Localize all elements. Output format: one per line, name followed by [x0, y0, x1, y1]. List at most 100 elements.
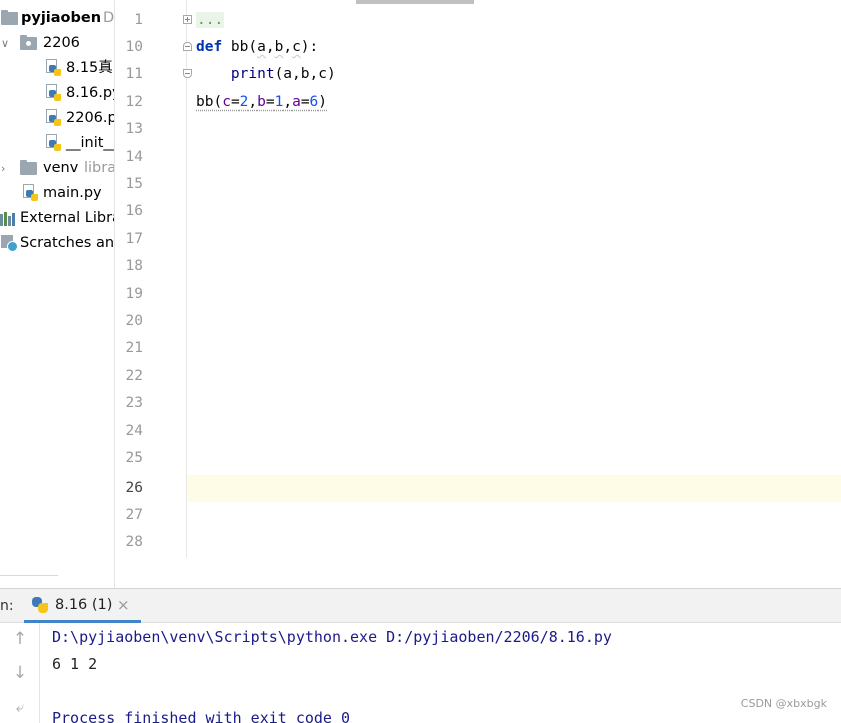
arrow-down-icon[interactable]: ↓	[10, 663, 30, 683]
tree-root-row[interactable]: pyjiaoben D	[0, 6, 115, 31]
line-number: 10	[125, 38, 143, 55]
tree-item-2206py[interactable]: 2206.p	[0, 106, 115, 131]
code-token: bb(	[222, 38, 258, 55]
code-token: ,	[283, 93, 293, 110]
python-file-icon	[46, 84, 61, 102]
line-number: 13	[125, 121, 143, 138]
fold-expand-icon[interactable]	[183, 15, 192, 24]
code-line-12[interactable]: bb(c=2,b=1,a=6)	[196, 89, 327, 116]
param-a: a	[257, 38, 266, 55]
run-side-toolbar: ↑ ↓ ⤶	[0, 623, 40, 723]
tree-item-815[interactable]: 8.15真	[0, 56, 114, 81]
line-number: 24	[125, 422, 143, 439]
code-token: =	[230, 93, 240, 110]
code-editor[interactable]: 1 10 11 12 13 14 15 16 17 18 19 20 21 22…	[115, 0, 841, 558]
kwarg-b: b	[257, 93, 266, 110]
tree-item-label: 2206	[43, 35, 80, 51]
tree-item-external-libraries[interactable]: External Libra	[0, 206, 115, 231]
code-token: ,	[283, 38, 293, 55]
arrow-up-icon[interactable]: ↑	[10, 629, 30, 649]
tree-item-venv[interactable]: › venv libra	[0, 156, 115, 181]
code-line-11[interactable]: print(a,b,c)	[196, 61, 336, 88]
console-output-line: 6 1 2	[52, 655, 98, 673]
line-number: 22	[125, 367, 143, 384]
code-token: ,	[265, 38, 275, 55]
chevron-down-icon[interactable]: ∨	[1, 31, 11, 56]
python-icon	[32, 597, 49, 614]
tree-horizontal-scrollbar[interactable]	[0, 575, 58, 588]
tree-item-scratches[interactable]: Scratches and	[0, 231, 115, 256]
line-number: 1	[134, 11, 143, 28]
tree-item-label: main.py	[43, 185, 102, 201]
tree-root-label: pyjiaoben	[21, 10, 102, 26]
tree-item-label: venv	[43, 160, 79, 176]
editor-horizontal-scrollbar[interactable]	[356, 0, 474, 4]
line-number: 23	[125, 395, 143, 412]
keyword-def: def	[196, 38, 223, 55]
tree-item-816[interactable]: 8.16.py	[0, 81, 114, 106]
watermark: CSDN @xbxbgk	[740, 697, 827, 710]
code-line-10[interactable]: def bb(a,b,c):	[196, 34, 318, 61]
line-number: 19	[125, 285, 143, 302]
code-token: ):	[300, 38, 319, 55]
project-tree: pyjiaoben D ∨ 2206 8.15真 8.16.py 2206.p …	[0, 0, 115, 588]
line-number: 28	[125, 534, 143, 551]
code-token: =	[300, 93, 310, 110]
code-token: =	[265, 93, 275, 110]
line-number: 17	[125, 230, 143, 247]
line-number: 16	[125, 203, 143, 220]
libraries-icon	[0, 212, 18, 226]
python-file-icon	[23, 184, 38, 202]
fold-end-icon[interactable]	[183, 69, 192, 78]
package-folder-icon	[20, 35, 37, 50]
folder-icon	[1, 10, 18, 25]
console-exit-line: Process finished with exit code 0	[52, 709, 351, 723]
number-literal: 6	[309, 93, 319, 110]
tree-item-label: Scratches and	[20, 235, 115, 251]
line-number: 21	[125, 340, 143, 357]
run-tab-label: 8.16 (1)	[55, 597, 113, 613]
kwarg-c: c	[222, 93, 231, 110]
collapsed-imports[interactable]: ...	[196, 11, 225, 28]
python-file-icon	[46, 109, 61, 127]
code-token: bb(	[196, 93, 223, 110]
run-tool-window: n: 8.16 (1) × ↑ ↓ ⤶	[0, 588, 841, 723]
tree-item-label: 8.15真	[66, 60, 113, 76]
code-line-1[interactable]: ...	[196, 7, 225, 34]
tree-item-label: External Libra	[20, 210, 115, 226]
line-number: 18	[125, 258, 143, 275]
tree-item-label: 2206.p	[66, 110, 115, 126]
soft-wrap-icon[interactable]: ⤶	[10, 697, 30, 717]
chevron-right-icon[interactable]: ›	[1, 156, 11, 181]
tree-root-path-hint: D	[103, 10, 115, 26]
code-token: )	[318, 93, 328, 110]
run-tab-bar: n: 8.16 (1) ×	[0, 589, 841, 623]
fold-collapse-icon[interactable]	[183, 42, 192, 51]
console-command-line: D:\pyjiaoben\venv\Scripts\python.exe D:/…	[52, 628, 612, 646]
code-token: ,	[248, 93, 258, 110]
line-number: 20	[125, 312, 143, 329]
line-number: 12	[125, 93, 143, 110]
close-icon[interactable]: ×	[117, 596, 130, 614]
tree-item-label: __init__	[66, 135, 115, 151]
code-token: (a,b,c)	[274, 66, 336, 83]
line-number: 15	[125, 175, 143, 192]
tree-item-init[interactable]: __init__	[0, 131, 115, 156]
line-number-current: 26	[125, 479, 143, 496]
active-tab-indicator	[24, 620, 141, 623]
line-number: 25	[125, 449, 143, 466]
line-number: 27	[125, 506, 143, 523]
run-label: n:	[0, 598, 14, 614]
line-number: 14	[125, 148, 143, 165]
builtin-print: print	[230, 66, 275, 83]
tree-item-2206[interactable]: ∨ 2206	[0, 31, 114, 56]
line-number: 11	[125, 66, 143, 83]
scratches-icon	[1, 235, 18, 252]
tree-item-label: 8.16.py	[66, 85, 114, 101]
current-line-highlight	[115, 474, 841, 502]
run-tab-8-16[interactable]: 8.16 (1) ×	[24, 589, 130, 623]
param-c: c	[292, 38, 301, 55]
tree-item-hint: libra	[84, 160, 115, 176]
tree-item-main[interactable]: main.py	[0, 181, 114, 206]
